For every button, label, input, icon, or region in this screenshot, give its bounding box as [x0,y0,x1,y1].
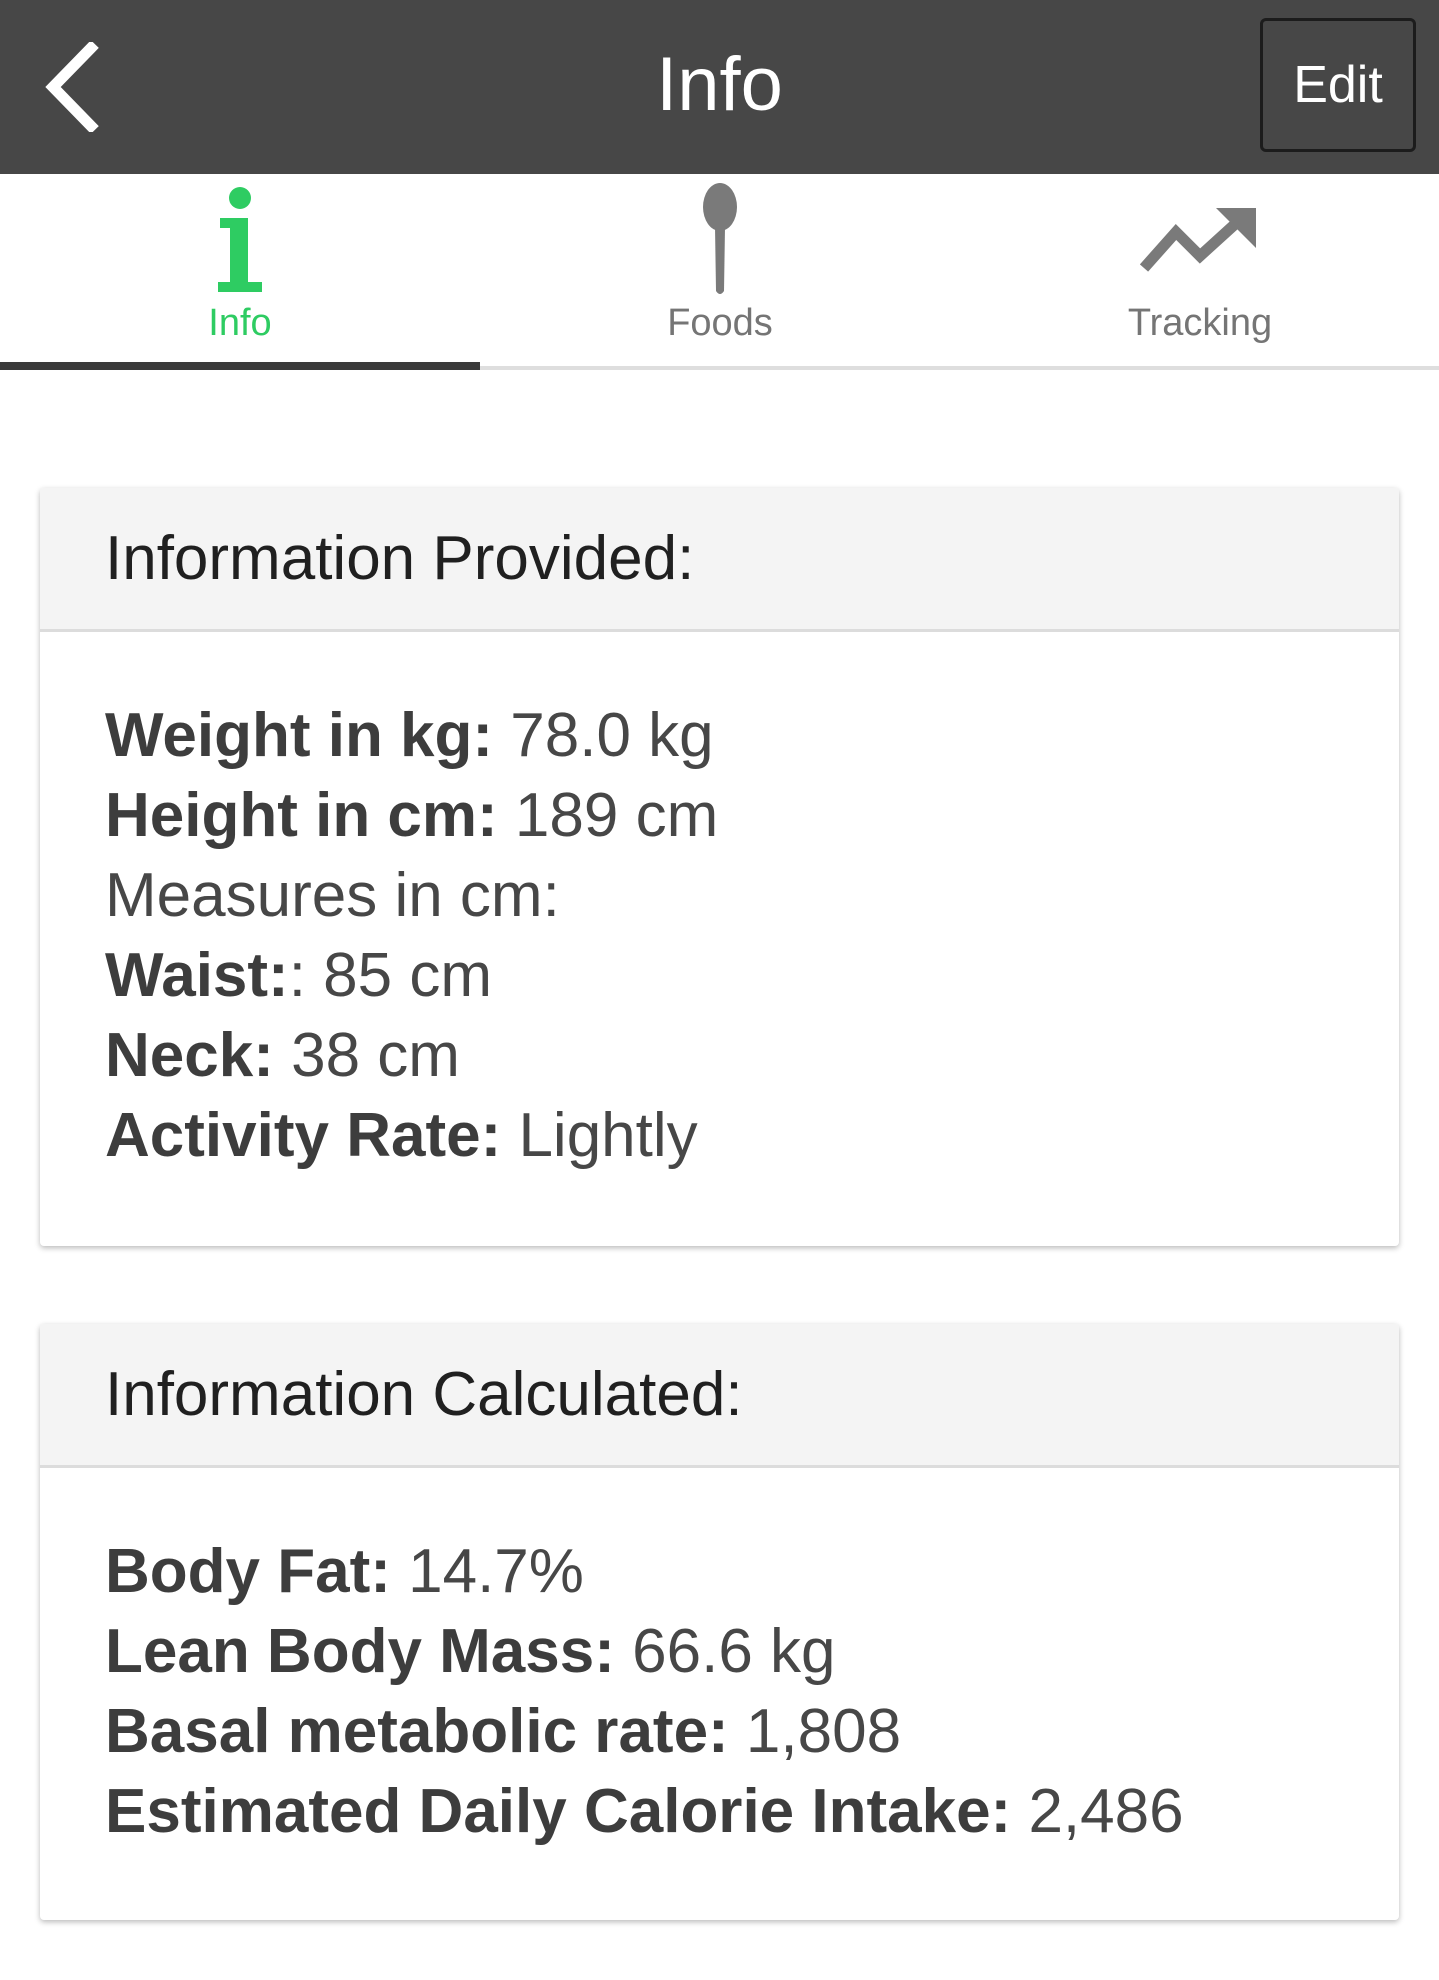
bmr-value: 1,808 [728,1697,902,1766]
bmr-label: Basal metabolic rate: [105,1697,729,1766]
body-fat-value: 14.7% [390,1537,584,1606]
lean-body-mass-row: Lean Body Mass: 66.6 kg [105,1612,1334,1692]
information-calculated-title: Information Calculated: [40,1324,1399,1468]
information-calculated-body: Body Fat: 14.7% Lean Body Mass: 66.6 kg … [40,1468,1399,1852]
tab-foods-label: Foods [667,302,773,344]
height-value: 189 cm [497,781,719,850]
calorie-intake-row: Estimated Daily Calorie Intake: 2,486 [105,1772,1334,1852]
back-button[interactable] [18,30,128,144]
app-header: Info Edit [0,0,1439,174]
information-provided-card: Information Provided: Weight in kg: 78.0… [40,488,1399,1246]
edit-button[interactable]: Edit [1260,18,1416,152]
tab-tracking[interactable]: Tracking [960,174,1439,370]
height-row: Height in cm: 189 cm [105,776,1334,856]
active-tab-indicator [0,362,480,370]
neck-value: 38 cm [273,1021,460,1090]
neck-label: Neck: [105,1021,274,1090]
bmr-row: Basal metabolic rate: 1,808 [105,1692,1334,1772]
tab-tracking-label: Tracking [1127,302,1273,344]
body-fat-row: Body Fat: 14.7% [105,1532,1334,1612]
tab-info-label: Info [208,302,272,344]
activity-rate-label: Activity Rate: [105,1101,502,1170]
lean-body-mass-label: Lean Body Mass: [105,1617,615,1686]
neck-row: Neck: 38 cm [105,1016,1334,1096]
body-fat-label: Body Fat: [105,1537,391,1606]
tab-bar: Info Foods Tracking [0,174,1439,370]
lean-body-mass-value: 66.6 kg [614,1617,836,1686]
measures-heading: Measures in cm: [105,861,560,930]
tab-info[interactable]: Info [0,174,480,370]
activity-rate-value: Lightly [501,1101,698,1170]
information-provided-body: Weight in kg: 78.0 kg Height in cm: 189 … [40,632,1399,1176]
calorie-intake-label: Estimated Daily Calorie Intake: [105,1777,1012,1846]
info-icon [218,187,262,292]
waist-row: Waist:: 85 cm [105,936,1334,1016]
tab-foods[interactable]: Foods [480,174,960,370]
weight-value: 78.0 kg [493,701,714,770]
activity-rate-row: Activity Rate: Lightly [105,1096,1334,1176]
weight-row: Weight in kg: 78.0 kg [105,696,1334,776]
waist-value: : 85 cm [288,941,492,1010]
information-calculated-card: Information Calculated: Body Fat: 14.7% … [40,1324,1399,1920]
page-title: Info [656,42,783,127]
trending-up-icon [1140,208,1256,272]
chevron-left-icon [45,42,99,132]
spoon-icon [703,183,737,294]
information-provided-title: Information Provided: [40,488,1399,632]
weight-label: Weight in kg: [105,701,494,770]
waist-label: Waist: [105,941,289,1010]
height-label: Height in cm: [105,781,498,850]
calorie-intake-value: 2,486 [1011,1777,1184,1846]
